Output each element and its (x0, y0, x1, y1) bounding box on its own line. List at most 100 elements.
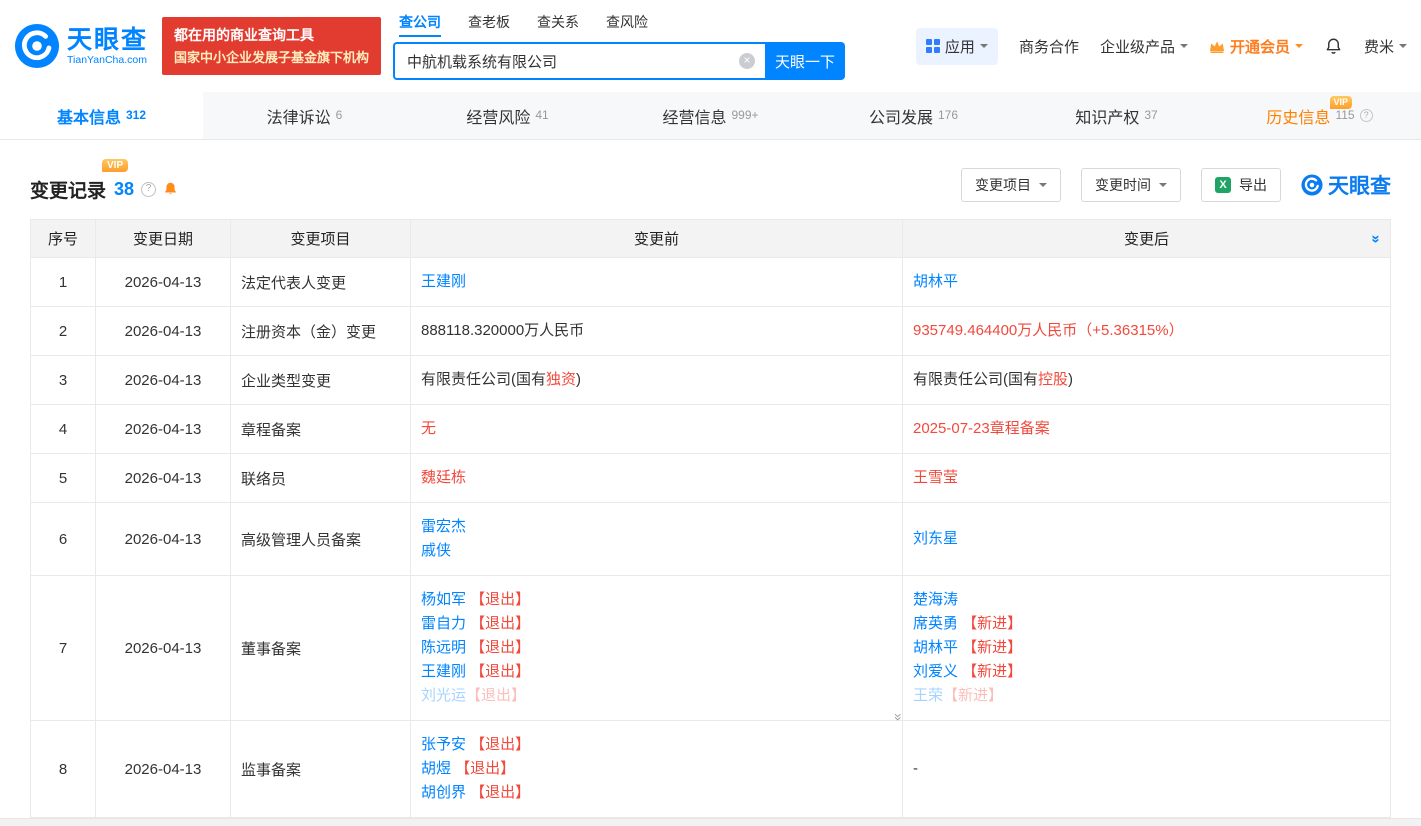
search-button[interactable]: 天眼一下 (765, 42, 846, 80)
cell-date: 2026-04-13 (95, 355, 231, 405)
tab-label: 知识产权 (1075, 109, 1140, 127)
cell-after: - (902, 720, 1391, 818)
filter-change-item-label: 变更项目 (975, 177, 1031, 193)
excel-icon: X (1215, 177, 1231, 193)
column-header: 变更日期 (95, 219, 231, 258)
tab-label: 法律诉讼 (266, 109, 331, 127)
entity-link[interactable]: 胡林平 (913, 639, 958, 656)
tab-operation[interactable]: 经营信息 999+ (609, 92, 812, 139)
table-row: 4 2026-04-13 章程备案无 2025-07-23章程备案 (30, 404, 1391, 454)
cell-before: 无 (410, 404, 903, 454)
cell-no: 8 (30, 720, 96, 818)
notification-bell-icon[interactable] (1324, 36, 1343, 56)
cell-no: 6 (30, 502, 96, 576)
cell-text: ) (1068, 371, 1074, 388)
cell-no: 3 (30, 355, 96, 405)
cell-text: 2025-07-23章程备案 (913, 420, 1050, 437)
tianyancha-logo[interactable]: 天眼查 TianYanCha.com (14, 23, 148, 69)
entity-link[interactable]: 胡煜 (421, 760, 451, 777)
tab-development[interactable]: 公司发展 176 (812, 92, 1015, 139)
search-tab-risk[interactable]: 查风险 (606, 12, 648, 37)
enterprise-product-menu[interactable]: 企业级产品 (1100, 36, 1188, 57)
cell-before: 雷宏杰 戚侠 (410, 502, 903, 576)
cell-date: 2026-04-13 (95, 502, 231, 576)
entity-link[interactable]: 戚侠 (421, 542, 451, 559)
tab-count: 312 (125, 107, 147, 122)
tab-count: 41 (535, 107, 549, 122)
entity-link[interactable]: 王荣 (913, 687, 943, 704)
entity-link[interactable]: 楚海涛 (913, 591, 958, 608)
cell-before: 有限责任公司(国有独资) (410, 355, 903, 405)
cell-text: 【退出】 (466, 663, 531, 680)
cell-text: ) (576, 371, 582, 388)
top-header: 天眼查 TianYanCha.com 都在用的商业查询工具 国家中小企业发展子基… (0, 0, 1421, 92)
tab-basic-info[interactable]: 基本信息 312 (0, 92, 203, 139)
tab-history[interactable]: 历史信息 115 VIP? (1218, 92, 1421, 139)
logo-text-cn: 天眼查 (67, 25, 149, 54)
export-label: 导出 (1239, 177, 1267, 193)
watermark-logo: 天眼查 (1301, 170, 1391, 200)
chevron-down-icon (1294, 44, 1303, 52)
entity-link[interactable]: 雷自力 (421, 615, 466, 632)
record-count: 38 (114, 178, 135, 199)
entity-link[interactable]: 陈远明 (421, 639, 466, 656)
main-content: VIP 变更记录 38 ? 变更项目 变更时间 X 导出 天眼查 序号 变更日期… (0, 158, 1421, 818)
cell-text: 【退出】 (451, 760, 516, 777)
entity-link[interactable]: 刘光运 (421, 687, 466, 704)
cell-date: 2026-04-13 (95, 720, 231, 818)
export-button[interactable]: X 导出 (1201, 168, 1281, 202)
search-tab-company[interactable]: 查公司 (399, 12, 442, 37)
cell-item: 章程备案 (230, 404, 411, 454)
help-icon[interactable]: ? (141, 181, 157, 197)
tianyancha-mini-logo-icon (1301, 174, 1323, 196)
subscribe-bell-icon[interactable] (163, 181, 178, 197)
cell-text: 888118.320000万人民币 (421, 322, 585, 339)
tab-count: 999+ (731, 107, 759, 122)
entity-link[interactable]: 胡创界 (421, 784, 466, 801)
tab-label: 公司发展 (868, 109, 933, 127)
cell-before: 王建刚 (410, 257, 903, 307)
search-tabs: 查公司 查老板 查关系 查风险 (399, 12, 845, 37)
bottom-strip (0, 818, 1421, 826)
clear-icon[interactable]: × (739, 53, 756, 69)
entity-link[interactable]: 刘东星 (913, 530, 958, 547)
search-tab-relation[interactable]: 查关系 (537, 12, 579, 37)
entity-link[interactable]: 雷宏杰 (421, 518, 466, 535)
cell-after: 有限责任公司(国有控股) (902, 355, 1391, 405)
entity-link[interactable]: 杨如军 (421, 591, 466, 608)
search-tab-boss[interactable]: 查老板 (468, 12, 510, 37)
vip-member-menu[interactable]: 开通会员 (1209, 36, 1303, 57)
tab-ip[interactable]: 知识产权 37 (1015, 92, 1218, 139)
cell-date: 2026-04-13 (95, 575, 231, 721)
cell-text: 935749.464400万人民币（+5.36315%） (913, 322, 1184, 339)
table-header-row: 序号 变更日期 变更项目 变更前 变更后» (30, 219, 1391, 258)
table-row: 7 2026-04-13 董事备案 杨如军 【退出】 雷自力 【退出】 陈远明 【退出】王… (30, 575, 1391, 721)
tab-legal[interactable]: 法律诉讼 6 (203, 92, 406, 139)
tab-count: 37 (1144, 107, 1158, 122)
chevron-down-icon (979, 44, 988, 52)
apps-menu[interactable]: 应用 (915, 27, 998, 65)
search-input[interactable] (393, 42, 766, 80)
section-title: 变更记录 (30, 180, 107, 202)
vip-member-label: 开通会员 (1229, 38, 1290, 56)
search-row: × 天眼一下 (393, 42, 846, 80)
cell-text: 【新进】 (958, 615, 1023, 632)
filter-change-item[interactable]: 变更项目 (961, 168, 1061, 202)
cell-after: 胡林平 (902, 257, 1391, 307)
cell-no: 1 (30, 257, 96, 307)
user-menu[interactable]: 费米 (1364, 36, 1407, 57)
entity-link[interactable]: 席英勇 (913, 615, 958, 632)
username: 费米 (1363, 38, 1394, 56)
entity-link[interactable]: 王建刚 (421, 663, 466, 680)
entity-link[interactable]: 胡林平 (913, 273, 958, 290)
collapse-all-icon[interactable]: » (1367, 234, 1384, 242)
entity-link[interactable]: 刘爱义 (913, 663, 958, 680)
business-coop-link[interactable]: 商务合作 (1019, 36, 1079, 57)
table-row: 2 2026-04-13 注册资本（金）变更 888118.320000万人民币 935… (30, 306, 1391, 356)
tab-risk[interactable]: 经营风险 41 (406, 92, 609, 139)
entity-link[interactable]: 王建刚 (421, 273, 466, 290)
entity-link[interactable]: 张予安 (421, 736, 466, 753)
filter-change-time[interactable]: 变更时间 (1081, 168, 1181, 202)
cell-text: 魏廷栋 (421, 469, 467, 486)
cell-after: 935749.464400万人民币（+5.36315%） (902, 306, 1391, 356)
